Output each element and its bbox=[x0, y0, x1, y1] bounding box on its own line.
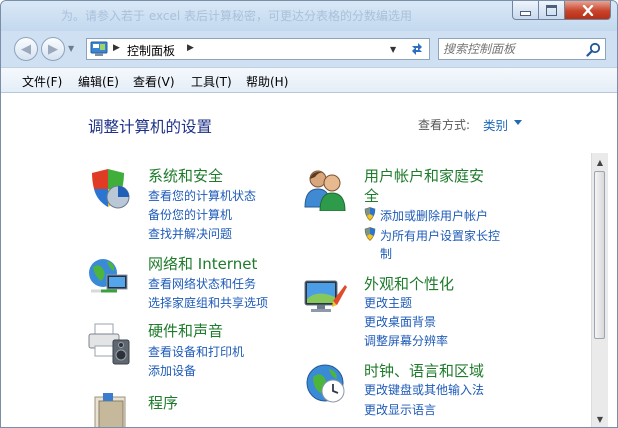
minimize-button[interactable] bbox=[512, 1, 539, 20]
menu-tools[interactable]: 工具(T) bbox=[191, 73, 232, 90]
link-backup-computer[interactable]: 备份您的计算机 bbox=[148, 206, 232, 223]
category-user-accounts[interactable]: 用户帐户和家庭安 bbox=[364, 165, 484, 186]
breadcrumb-separator-icon[interactable]: ▶ bbox=[113, 43, 120, 53]
view-by-dropdown[interactable]: 类别 bbox=[483, 115, 508, 134]
link-view-network-status[interactable]: 查看网络状态和任务 bbox=[148, 275, 256, 292]
programs-icon[interactable] bbox=[89, 391, 133, 428]
back-button[interactable]: ◀ bbox=[14, 37, 38, 61]
recent-pages-dropdown-icon[interactable]: ▼ bbox=[68, 44, 74, 53]
maximize-icon bbox=[546, 4, 557, 16]
category-network-internet[interactable]: 网络和 Internet bbox=[148, 253, 257, 274]
search-input[interactable] bbox=[443, 41, 579, 57]
forward-arrow-icon: ▶ bbox=[48, 41, 58, 57]
vertical-scrollbar[interactable]: ▲ ▼ bbox=[591, 153, 608, 427]
link-homegroup-sharing[interactable]: 选择家庭组和共享选项 bbox=[148, 294, 268, 311]
minimize-icon bbox=[520, 10, 531, 16]
menu-bar: 文件(F) 编辑(E) 查看(V) 工具(T) 帮助(H) bbox=[1, 67, 617, 93]
content-area: 调整计算机的设置 查看方式: 类别 系统和安全 查看您的计算机状态 备份您的计算… bbox=[1, 93, 617, 428]
caption-buttons bbox=[512, 1, 611, 20]
scroll-up-arrow-icon: ▲ bbox=[596, 157, 604, 167]
shield-pie-icon[interactable] bbox=[88, 167, 132, 211]
scroll-thumb[interactable] bbox=[594, 171, 605, 339]
category-programs[interactable]: 程序 bbox=[148, 392, 178, 413]
navigation-bar: ◀ ▶ ▼ ▶ 控制面板 ▶ ▼ bbox=[1, 31, 617, 67]
uac-shield-icon bbox=[364, 207, 376, 221]
control-panel-window: 为。请参入若于 excel 表后计算秘密，可更达分表格的分数编选用 ◀ ▶ ▼ bbox=[0, 0, 618, 428]
link-change-theme[interactable]: 更改主题 bbox=[364, 294, 412, 311]
category-user-accounts-line2[interactable]: 全 bbox=[364, 185, 379, 206]
link-screen-resolution[interactable]: 调整屏幕分辨率 bbox=[364, 332, 448, 349]
refresh-icon[interactable] bbox=[409, 42, 425, 56]
address-dropdown-icon[interactable]: ▼ bbox=[390, 45, 396, 54]
link-view-computer-status[interactable]: 查看您的计算机状态 bbox=[148, 187, 256, 204]
title-bar[interactable]: 为。请参入若于 excel 表后计算秘密，可更达分表格的分数编选用 bbox=[1, 1, 617, 31]
category-system-security[interactable]: 系统和安全 bbox=[148, 165, 223, 186]
maximize-button[interactable] bbox=[539, 1, 565, 20]
menu-view[interactable]: 查看(V) bbox=[133, 73, 175, 90]
scroll-up-button[interactable]: ▲ bbox=[592, 154, 608, 170]
control-panel-small-icon bbox=[90, 41, 108, 56]
clock-globe-icon[interactable] bbox=[303, 361, 347, 405]
printer-speaker-icon[interactable] bbox=[87, 322, 131, 366]
view-by-label: 查看方式: bbox=[418, 118, 471, 132]
forward-button[interactable]: ▶ bbox=[41, 37, 65, 61]
link-add-device[interactable]: 添加设备 bbox=[148, 362, 196, 379]
uac-shield-icon bbox=[364, 227, 376, 241]
address-bar[interactable]: ▶ 控制面板 ▶ ▼ bbox=[86, 38, 430, 60]
network-globe-icon[interactable] bbox=[87, 255, 131, 299]
link-devices-printers[interactable]: 查看设备和打印机 bbox=[148, 343, 244, 360]
breadcrumb-control-panel[interactable]: 控制面板 bbox=[127, 42, 175, 59]
view-by-dropdown-arrow-icon[interactable] bbox=[514, 120, 522, 125]
close-button[interactable] bbox=[565, 1, 611, 20]
back-arrow-icon: ◀ bbox=[21, 41, 31, 57]
monitor-paint-icon[interactable] bbox=[303, 275, 347, 319]
category-clock-language-region[interactable]: 时钟、语言和区域 bbox=[364, 360, 484, 381]
background-window-text: 为。请参入若于 excel 表后计算秘密，可更达分表格的分数编选用 bbox=[61, 9, 413, 23]
menu-help[interactable]: 帮助(H) bbox=[246, 73, 288, 90]
link-change-display-language[interactable]: 更改显示语言 bbox=[364, 401, 436, 418]
breadcrumb-separator-icon[interactable]: ▶ bbox=[187, 43, 194, 53]
link-add-remove-users[interactable]: 添加或删除用户帐户 bbox=[380, 207, 488, 224]
search-box[interactable] bbox=[438, 38, 606, 60]
link-troubleshoot[interactable]: 查找并解决问题 bbox=[148, 225, 232, 242]
link-parental-controls[interactable]: 为所有用户设置家长控 bbox=[380, 227, 500, 244]
search-icon[interactable] bbox=[586, 42, 601, 57]
scroll-down-button[interactable]: ▼ bbox=[592, 411, 608, 427]
menu-file[interactable]: 文件(F) bbox=[22, 73, 62, 90]
users-icon[interactable] bbox=[303, 167, 347, 211]
close-icon bbox=[582, 4, 593, 16]
scroll-down-arrow-icon: ▼ bbox=[596, 414, 604, 424]
category-hardware-sound[interactable]: 硬件和声音 bbox=[148, 320, 223, 341]
link-change-desktop-background[interactable]: 更改桌面背景 bbox=[364, 313, 436, 330]
link-parental-controls-line2[interactable]: 制 bbox=[380, 245, 392, 262]
category-appearance[interactable]: 外观和个性化 bbox=[364, 273, 454, 294]
link-change-keyboard[interactable]: 更改键盘或其他输入法 bbox=[364, 381, 484, 398]
page-title: 调整计算机的设置 bbox=[88, 118, 213, 136]
menu-edit[interactable]: 编辑(E) bbox=[78, 73, 119, 90]
